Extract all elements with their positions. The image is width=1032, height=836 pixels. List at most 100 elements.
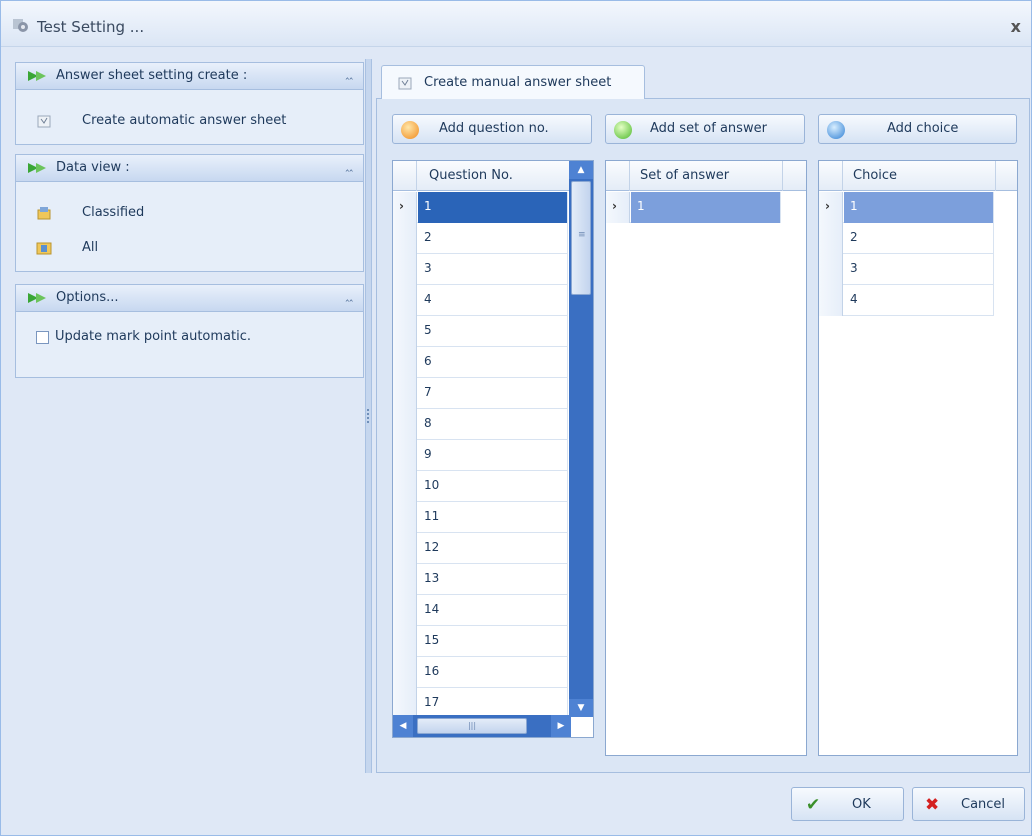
vertical-scrollbar[interactable]: ▲ ≡ ▼ bbox=[569, 161, 593, 717]
column-header-set[interactable]: Set of answer bbox=[640, 168, 729, 183]
row-indicator[interactable] bbox=[393, 626, 417, 657]
row-indicator[interactable] bbox=[393, 378, 417, 409]
row-cell[interactable]: 10 bbox=[418, 471, 568, 502]
row-cell[interactable]: 1 bbox=[631, 192, 781, 223]
row-cell[interactable]: 4 bbox=[844, 285, 994, 316]
question-row[interactable]: 12 bbox=[393, 533, 568, 564]
row-indicator[interactable] bbox=[393, 595, 417, 626]
row-indicator[interactable] bbox=[393, 409, 417, 440]
nav-group-header[interactable]: Answer sheet setting create : ‸‸ bbox=[16, 63, 363, 90]
choice-row[interactable]: 3 bbox=[819, 254, 994, 285]
row-indicator[interactable] bbox=[393, 440, 417, 471]
scroll-thumb[interactable]: ≡ bbox=[571, 181, 591, 295]
column-header-question[interactable]: Question No. bbox=[429, 168, 513, 183]
row-cell[interactable]: 3 bbox=[844, 254, 994, 285]
row-indicator[interactable] bbox=[393, 502, 417, 533]
question-row[interactable]: 16 bbox=[393, 657, 568, 688]
row-cell[interactable]: 8 bbox=[418, 409, 568, 440]
row-indicator[interactable] bbox=[393, 254, 417, 285]
add-question-button[interactable]: Add question no. bbox=[392, 114, 592, 144]
column-header-choice[interactable]: Choice bbox=[853, 168, 897, 183]
row-indicator[interactable] bbox=[393, 347, 417, 378]
ok-button[interactable]: ✔ OK bbox=[791, 787, 904, 821]
question-row[interactable]: 6 bbox=[393, 347, 568, 378]
question-row[interactable]: 5 bbox=[393, 316, 568, 347]
row-cell[interactable]: 2 bbox=[418, 223, 568, 254]
row-cell[interactable]: 11 bbox=[418, 502, 568, 533]
row-indicator[interactable] bbox=[393, 564, 417, 595]
checkbox-box[interactable] bbox=[36, 331, 49, 344]
cancel-button[interactable]: ✖ Cancel bbox=[912, 787, 1025, 821]
add-set-button[interactable]: Add set of answer bbox=[605, 114, 805, 144]
collapse-icon[interactable]: ‸‸ bbox=[346, 159, 353, 172]
row-cell[interactable]: 16 bbox=[418, 657, 568, 688]
nav-item-label: Create automatic answer sheet bbox=[82, 113, 287, 128]
row-indicator[interactable] bbox=[393, 533, 417, 564]
question-row[interactable]: 8 bbox=[393, 409, 568, 440]
panel-splitter[interactable] bbox=[365, 59, 372, 773]
question-row[interactable]: 7 bbox=[393, 378, 568, 409]
row-indicator[interactable]: › bbox=[393, 192, 417, 223]
row-cell[interactable]: 6 bbox=[418, 347, 568, 378]
tab-create-manual[interactable]: Create manual answer sheet bbox=[381, 65, 645, 99]
horizontal-scrollbar[interactable]: ◀ ||| ▶ bbox=[393, 715, 571, 737]
scroll-up-icon[interactable]: ▲ bbox=[569, 161, 593, 179]
cell-value: 5 bbox=[424, 323, 432, 337]
row-indicator[interactable]: › bbox=[606, 192, 630, 223]
question-grid[interactable]: Question No. › 1 2 3 4 5 6 7 8 9 10 11 12 13 14 15 16 17 … bbox=[392, 160, 594, 738]
question-row[interactable]: 4 bbox=[393, 285, 568, 316]
row-indicator[interactable] bbox=[393, 471, 417, 502]
row-cell[interactable]: 2 bbox=[844, 223, 994, 254]
cell-value: 6 bbox=[424, 354, 432, 368]
choice-grid[interactable]: Choice › 1 2 3 4 bbox=[818, 160, 1018, 756]
row-cell[interactable]: 15 bbox=[418, 626, 568, 657]
question-row[interactable]: 2 bbox=[393, 223, 568, 254]
question-row[interactable]: 14 bbox=[393, 595, 568, 626]
question-row[interactable]: 3 bbox=[393, 254, 568, 285]
row-cell[interactable]: 4 bbox=[418, 285, 568, 316]
row-indicator[interactable] bbox=[393, 316, 417, 347]
row-cell[interactable]: 12 bbox=[418, 533, 568, 564]
row-indicator[interactable] bbox=[819, 285, 843, 316]
row-cell[interactable]: 1 bbox=[418, 192, 568, 223]
nav-group-header[interactable]: Data view : ‸‸ bbox=[16, 155, 363, 182]
question-row[interactable]: › 1 bbox=[393, 192, 568, 223]
set-row[interactable]: › 1 bbox=[606, 192, 781, 223]
row-cell[interactable]: 3 bbox=[418, 254, 568, 285]
row-indicator[interactable] bbox=[393, 657, 417, 688]
nav-group-data-view: Data view : ‸‸ Classified All bbox=[15, 154, 364, 272]
row-indicator[interactable] bbox=[819, 223, 843, 254]
answer-sheet-icon bbox=[37, 115, 51, 128]
row-indicator[interactable] bbox=[819, 254, 843, 285]
row-indicator[interactable] bbox=[393, 285, 417, 316]
cell-value: 8 bbox=[424, 416, 432, 430]
row-indicator[interactable]: › bbox=[819, 192, 843, 223]
row-cell[interactable]: 13 bbox=[418, 564, 568, 595]
question-row[interactable]: 15 bbox=[393, 626, 568, 657]
row-cell[interactable]: 5 bbox=[418, 316, 568, 347]
collapse-icon[interactable]: ‸‸ bbox=[346, 289, 353, 302]
row-cell[interactable]: 9 bbox=[418, 440, 568, 471]
scroll-thumb[interactable]: ||| bbox=[417, 718, 527, 734]
question-row[interactable]: 9 bbox=[393, 440, 568, 471]
all-icon bbox=[36, 242, 52, 255]
row-indicator[interactable] bbox=[393, 223, 417, 254]
choice-row[interactable]: 4 bbox=[819, 285, 994, 316]
nav-group-header[interactable]: Options... ‸‸ bbox=[16, 285, 363, 312]
row-cell[interactable]: 1 bbox=[844, 192, 994, 223]
row-cell[interactable]: 14 bbox=[418, 595, 568, 626]
set-of-answer-grid[interactable]: Set of answer › 1 bbox=[605, 160, 807, 756]
add-choice-button[interactable]: Add choice bbox=[818, 114, 1017, 144]
scroll-left-icon[interactable]: ◀ bbox=[393, 715, 413, 737]
scroll-down-icon[interactable]: ▼ bbox=[569, 699, 593, 717]
collapse-icon[interactable]: ‸‸ bbox=[346, 67, 353, 80]
question-row[interactable]: 13 bbox=[393, 564, 568, 595]
question-row[interactable]: 11 bbox=[393, 502, 568, 533]
splitter-grip[interactable] bbox=[367, 409, 370, 423]
question-row[interactable]: 10 bbox=[393, 471, 568, 502]
choice-row[interactable]: 2 bbox=[819, 223, 994, 254]
choice-row[interactable]: › 1 bbox=[819, 192, 994, 223]
scroll-right-icon[interactable]: ▶ bbox=[551, 715, 571, 737]
row-cell[interactable]: 7 bbox=[418, 378, 568, 409]
close-button[interactable]: x bbox=[1011, 17, 1021, 36]
